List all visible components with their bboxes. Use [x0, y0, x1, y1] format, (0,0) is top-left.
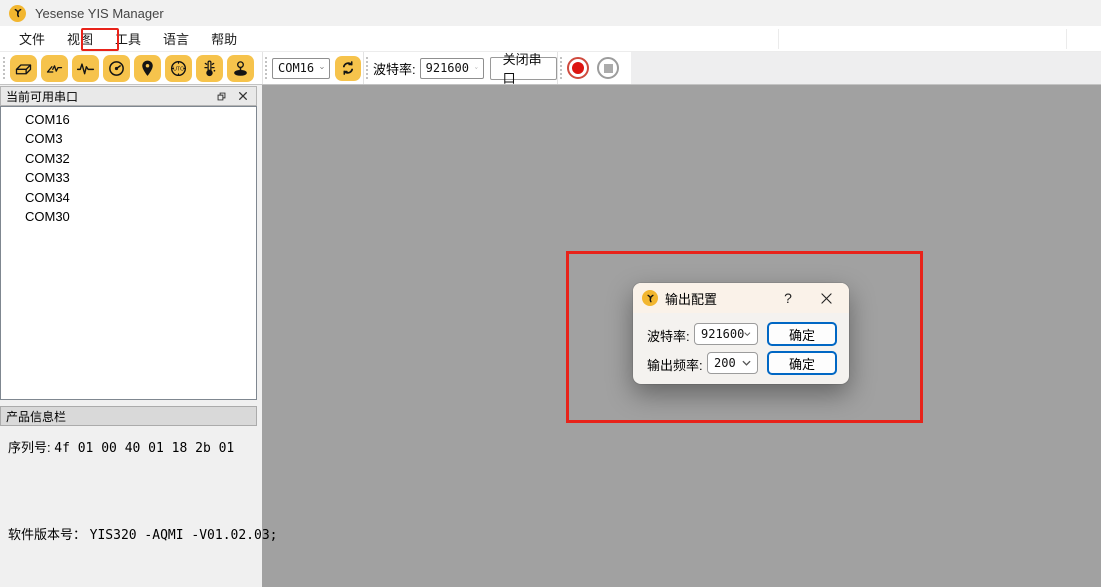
software-version-line: 软件版本号： YIS320 -AQMI -V01.02.03;	[8, 524, 277, 543]
port-list-item[interactable]: COM16	[1, 110, 256, 129]
utc-clock-view-button[interactable]: UTC	[165, 55, 192, 82]
toolbar-break-line	[778, 29, 779, 49]
software-version-label: 软件版本号：	[8, 527, 86, 542]
ports-panel-header: 当前可用串口	[0, 86, 257, 106]
toolbar-views-segment: UTC	[0, 52, 262, 84]
toolbar-port-segment: COM16	[262, 52, 363, 84]
angle-wave-view-button[interactable]	[41, 55, 68, 82]
cube-3d-view-button[interactable]	[10, 55, 37, 82]
stop-icon	[604, 64, 613, 73]
menu-item-tools[interactable]: 工具	[104, 26, 152, 51]
gauge-view-button[interactable]	[103, 55, 130, 82]
toolbar-drag-handle[interactable]	[265, 57, 267, 79]
info-panel-body: 序列号: 4f 01 00 40 01 18 2b 01 软件版本号： YIS3…	[0, 426, 257, 587]
serial-number-line: 序列号: 4f 01 00 40 01 18 2b 01	[8, 437, 234, 456]
dock-splitter[interactable]	[257, 85, 262, 587]
dialog-frequency-ok-button[interactable]: 确定	[767, 351, 837, 375]
port-list-item[interactable]: COM33	[1, 168, 256, 187]
close-serial-port-button[interactable]: 关闭串口	[490, 57, 557, 80]
float-panel-button[interactable]	[212, 88, 230, 104]
port-list-item[interactable]: COM34	[1, 188, 256, 207]
menu-bar: 文件 视图 工具 语言 帮助	[0, 26, 1101, 52]
menu-item-file[interactable]: 文件	[8, 26, 56, 51]
baud-rate-label: 波特率:	[373, 59, 416, 78]
dialog-frequency-select[interactable]: 200	[707, 352, 758, 374]
dialog-close-button[interactable]	[813, 287, 839, 309]
port-list-item[interactable]: COM3	[1, 129, 256, 148]
ports-list: COM16 COM3 COM32 COM33 COM34 COM30	[0, 106, 257, 400]
port-list-item[interactable]: COM30	[1, 207, 256, 226]
pulse-wave-view-button[interactable]	[72, 55, 99, 82]
dialog-frequency-label: 输出频率:	[647, 355, 703, 374]
toolbar-drag-handle[interactable]	[560, 57, 562, 79]
thermometer-view-button[interactable]	[196, 55, 223, 82]
port-list-item[interactable]: COM32	[1, 149, 256, 168]
record-button[interactable]	[567, 57, 589, 79]
svg-text:UTC: UTC	[173, 66, 184, 72]
ports-panel-title: 当前可用串口	[6, 88, 78, 105]
menu-item-help[interactable]: 帮助	[200, 26, 248, 51]
menu-item-language[interactable]: 语言	[152, 26, 200, 51]
toolbar-drag-handle[interactable]	[3, 57, 5, 79]
dialog-help-button[interactable]: ?	[777, 287, 799, 309]
dialog-frequency-value: 200	[714, 356, 736, 370]
serial-number-label: 序列号:	[8, 440, 51, 455]
info-panel-title: 产品信息栏	[6, 408, 66, 425]
dialog-baud-value: 921600	[701, 327, 744, 341]
dialog-logo-icon	[642, 290, 658, 306]
close-panel-button[interactable]	[234, 88, 252, 104]
chevron-down-icon	[475, 65, 478, 71]
software-version-value: YIS320 -AQMI -V01.02.03;	[90, 528, 278, 543]
chevron-down-icon	[742, 360, 751, 366]
record-icon	[572, 62, 584, 74]
port-select[interactable]: COM16	[272, 58, 330, 79]
app-window: Yesense YIS Manager 文件 视图 工具 语言 帮助	[0, 0, 1101, 587]
dialog-baud-select[interactable]: 921600	[694, 323, 758, 345]
toolbar-baud-segment: 波特率: 921600 关闭串口	[363, 52, 557, 84]
output-config-dialog: 输出配置 ? 波特率: 921600 确定 输出频率: 200 确定	[633, 283, 849, 384]
toolbar-drag-handle[interactable]	[366, 57, 368, 79]
toolbar: UTC	[0, 52, 1101, 85]
baud-rate-select[interactable]: 921600	[420, 58, 484, 79]
close-icon	[821, 293, 832, 304]
toolbar-break-line	[1066, 29, 1067, 49]
app-logo-icon	[9, 5, 26, 22]
toolbar-separator	[557, 52, 558, 84]
dialog-title: 输出配置	[665, 289, 717, 308]
window-title: Yesense YIS Manager	[35, 6, 164, 21]
toolbar-record-segment	[557, 52, 631, 84]
joystick-view-button[interactable]	[227, 55, 254, 82]
info-panel-header: 产品信息栏	[0, 406, 257, 426]
serial-number-value: 4f 01 00 40 01 18 2b 01	[54, 441, 234, 456]
menu-item-view[interactable]: 视图	[56, 26, 104, 51]
chevron-down-icon	[320, 65, 324, 71]
location-pin-view-button[interactable]	[134, 55, 161, 82]
stop-button[interactable]	[597, 57, 619, 79]
baud-rate-value: 921600	[426, 61, 469, 75]
dialog-baud-ok-button[interactable]: 确定	[767, 322, 837, 346]
toolbar-separator	[363, 52, 364, 84]
dialog-baud-label: 波特率:	[647, 326, 690, 345]
chevron-down-icon	[744, 331, 751, 337]
toolbar-separator	[262, 52, 263, 84]
refresh-ports-button[interactable]	[335, 56, 361, 81]
port-select-value: COM16	[278, 61, 314, 75]
title-bar: Yesense YIS Manager	[0, 0, 1101, 26]
